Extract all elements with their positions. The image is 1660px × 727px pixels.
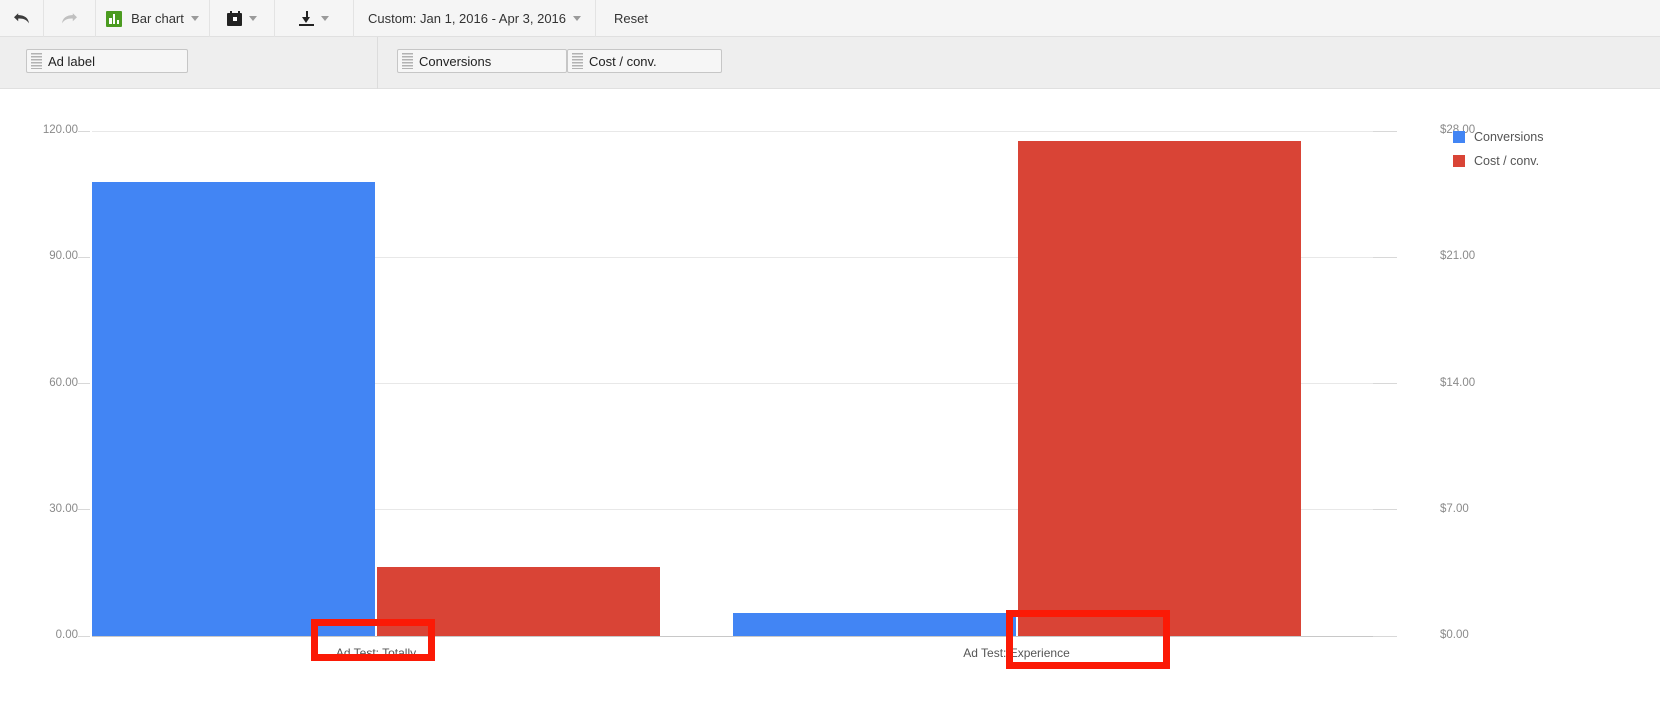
field-chip-bar: Ad label Conversions Cost / conv.	[0, 37, 1660, 89]
chevron-down-icon	[321, 16, 329, 21]
left-axis-tick-label: 30.00	[49, 502, 78, 515]
right-axis-tick-mark	[1373, 635, 1397, 637]
left-axis-tick-mark	[78, 256, 90, 258]
chevron-down-icon	[190, 16, 199, 21]
left-axis-tick-label: 120.00	[42, 124, 78, 136]
date-granularity-button[interactable]	[210, 0, 275, 37]
calendar-icon	[227, 11, 242, 26]
right-axis-tick-mark	[1373, 383, 1397, 384]
redo-icon	[60, 11, 79, 26]
left-axis-tick-label: 60.00	[49, 376, 78, 389]
bar-chart-icon	[106, 10, 123, 27]
download-icon	[299, 10, 314, 27]
chip-cost-per-conv[interactable]: Cost / conv.	[567, 49, 722, 73]
chip-cost-per-conv-text: Cost / conv.	[589, 53, 657, 69]
metric-drop-zone[interactable]: Conversions Cost / conv.	[379, 37, 1660, 89]
right-axis-tick-label: $7.00	[1440, 502, 1469, 515]
bar-0-0[interactable]	[92, 181, 375, 636]
chart-canvas: 0.00 30.00 60.00 90.00 120.00 $0.00 $7.00 $14.…	[0, 90, 1660, 727]
bar-0-1[interactable]	[732, 612, 1016, 636]
plot-area	[92, 130, 1373, 637]
legend-swatch-icon	[1453, 155, 1465, 167]
chevron-down-icon	[573, 16, 582, 21]
reset-button[interactable]: Reset	[596, 0, 666, 37]
chip-ad-label-text: Ad label	[48, 53, 95, 69]
drag-handle-icon[interactable]	[402, 53, 413, 69]
left-axis-tick-mark	[78, 509, 90, 511]
chevron-down-icon	[249, 16, 257, 21]
dimension-drop-zone[interactable]: Ad label	[0, 37, 378, 89]
right-axis-tick-label: $0.00	[1440, 629, 1469, 641]
category-label: Ad Test: Experience	[963, 646, 1070, 660]
chart-legend: Conversions Cost / conv.	[1453, 130, 1543, 178]
left-axis-tick-mark	[78, 130, 90, 132]
legend-item[interactable]: Cost / conv.	[1453, 154, 1543, 168]
legend-item[interactable]: Conversions	[1453, 130, 1543, 144]
legend-label: Cost / conv.	[1474, 154, 1540, 168]
download-button[interactable]	[275, 0, 354, 37]
bar-1-0[interactable]	[377, 566, 660, 636]
reset-label: Reset	[614, 11, 648, 26]
left-axis-tick-label: 90.00	[49, 250, 78, 263]
toolbar: Bar chart Custom: Jan 1, 2016 - Apr 3, 2…	[0, 0, 1660, 37]
chip-conversions-text: Conversions	[419, 53, 492, 69]
date-range-label: Custom: Jan 1, 2016 - Apr 3, 2016	[368, 11, 567, 26]
gridline	[92, 130, 1373, 132]
chart-type-label: Bar chart	[131, 11, 184, 26]
redo-button[interactable]	[44, 0, 96, 37]
drag-handle-icon[interactable]	[31, 53, 42, 69]
right-axis-tick-label: $21.00	[1440, 250, 1476, 263]
date-range-selector[interactable]: Custom: Jan 1, 2016 - Apr 3, 2016	[354, 0, 597, 37]
left-axis-tick-mark	[78, 383, 90, 384]
chip-ad-label[interactable]: Ad label	[26, 49, 188, 73]
undo-button[interactable]	[0, 0, 44, 37]
right-axis-tick-label: $14.00	[1440, 376, 1476, 389]
category-label: Ad Test: Totally	[335, 646, 417, 660]
legend-swatch-icon	[1453, 131, 1465, 143]
bar-1-1[interactable]	[1017, 140, 1301, 636]
drag-handle-icon[interactable]	[572, 53, 583, 69]
right-axis-tick-mark	[1373, 130, 1397, 132]
left-axis-tick-label: 0.00	[55, 629, 78, 641]
right-axis-tick-mark	[1373, 256, 1397, 258]
left-axis-tick-mark	[78, 635, 90, 637]
chart-type-selector[interactable]: Bar chart	[96, 0, 210, 37]
undo-icon	[12, 11, 31, 26]
legend-label: Conversions	[1474, 130, 1544, 144]
right-axis-tick-mark	[1373, 509, 1397, 511]
chip-conversions[interactable]: Conversions	[397, 49, 567, 73]
